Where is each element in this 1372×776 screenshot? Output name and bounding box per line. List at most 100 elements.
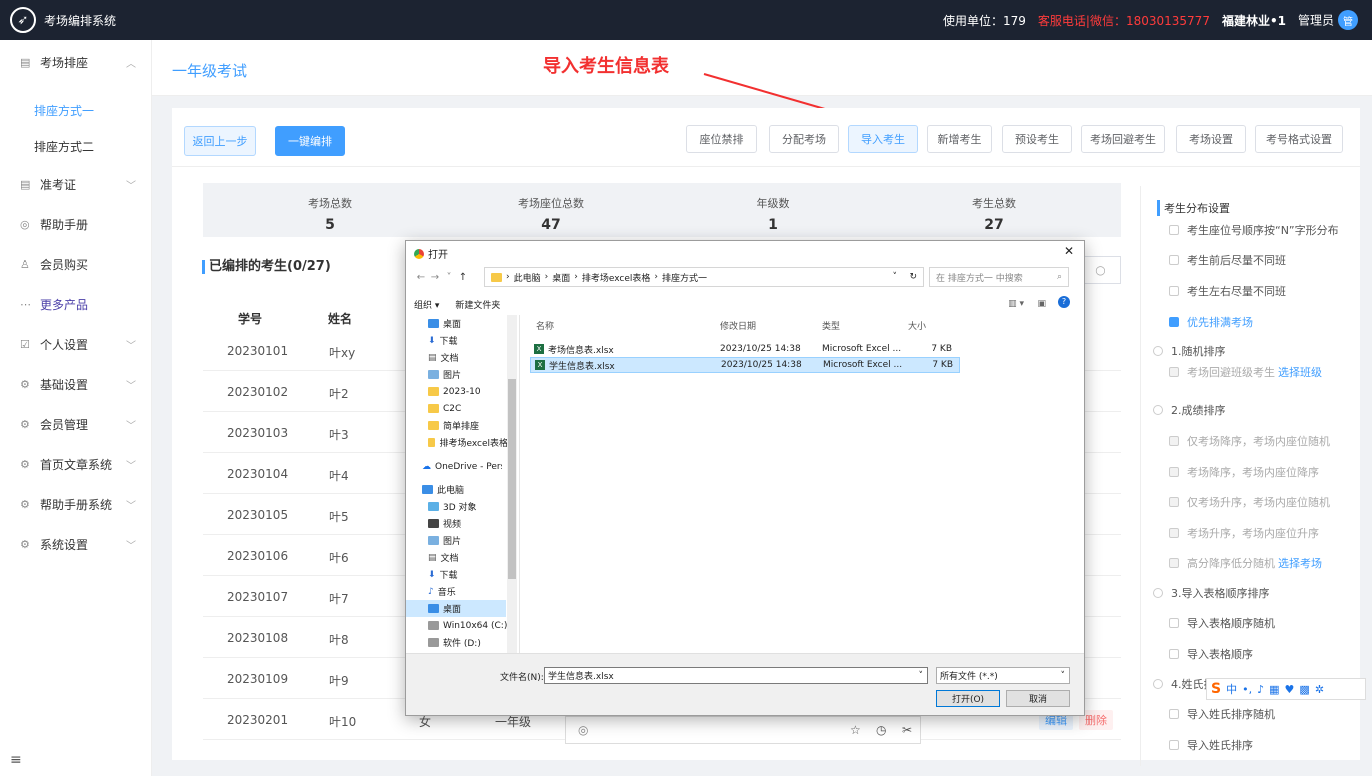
filename-input[interactable]: 学生信息表.xlsx ˅ (544, 667, 928, 684)
sidebar-item-basic[interactable]: ⚙ 基础设置 ﹀ (0, 366, 152, 402)
nav-drive-c[interactable]: Win10x64 (C:) (428, 617, 508, 634)
forward-arrow-icon[interactable]: → (428, 272, 442, 283)
refresh-icon[interactable]: ↻ (909, 272, 917, 282)
lens-icon[interactable]: ◎ (578, 723, 588, 737)
sidebar-item-members[interactable]: ⚙ 会员管理 ﹀ (0, 406, 152, 442)
checkbox-left-right[interactable]: 考生左右尽量不同班 (1169, 283, 1286, 299)
auto-arrange-button[interactable]: 一键编排 (275, 126, 345, 156)
column-date[interactable]: 修改日期 (720, 319, 756, 332)
checkbox[interactable] (1169, 558, 1179, 568)
nav-music[interactable]: ♪ 音乐 (428, 583, 508, 600)
filetype-select[interactable]: 所有文件 (*.*) ˅ (936, 667, 1070, 684)
checkbox[interactable] (1169, 467, 1179, 477)
checkbox-fill-rooms[interactable]: 优先排满考场 (1169, 314, 1253, 330)
open-button[interactable]: 打开(O) (936, 690, 1000, 707)
sidebar-item-articles[interactable]: ⚙ 首页文章系统 ﹀ (0, 446, 152, 482)
nav-desktop-selected[interactable]: 桌面 (406, 600, 506, 617)
address-dropdown-icon[interactable]: ˅ (893, 272, 898, 282)
tools-icon[interactable]: ✂ (902, 723, 912, 737)
cancel-button[interactable]: 取消 (1006, 690, 1070, 707)
history-icon[interactable]: ◷ (876, 723, 886, 737)
nav-folder[interactable]: C2C (428, 400, 508, 417)
preview-pane-icon[interactable]: ▣ (1037, 299, 1046, 309)
id-format-button[interactable]: 考号格式设置 (1255, 125, 1343, 153)
chevron-down-icon[interactable]: ˅ (1061, 671, 1066, 681)
checkbox[interactable] (1169, 436, 1179, 446)
dialog-search-input[interactable]: 在 排座方式一 中搜索 ⌕ (929, 267, 1069, 287)
select-class-link[interactable]: 选择班级 (1278, 364, 1322, 380)
add-student-button[interactable]: 新增考生 (927, 125, 992, 153)
radio[interactable] (1153, 405, 1163, 415)
view-options-icon[interactable]: ▥ ▾ (1008, 299, 1024, 309)
settings-icon[interactable]: ✲ (1315, 683, 1324, 696)
checkbox-score-opt-3[interactable]: 仅考场升序，考场内座位随机 (1169, 494, 1330, 510)
sidebar-item-membership[interactable]: ♙ 会员购买 (0, 246, 152, 282)
checkbox-avoid-class[interactable]: 考场回避班级考生 选择班级 (1169, 364, 1322, 380)
select-room-link[interactable]: 选择考场 (1278, 555, 1322, 571)
checkbox[interactable] (1169, 649, 1179, 659)
checkbox-table-random[interactable]: 导入表格顺序随机 (1169, 615, 1275, 631)
nav-documents[interactable]: ▤ 文档 (428, 349, 508, 366)
sidebar-item-system[interactable]: ⚙ 系统设置 ﹀ (0, 526, 152, 562)
scrollbar-thumb[interactable] (508, 379, 516, 579)
search-icon[interactable]: ○ (1081, 256, 1121, 284)
checkbox[interactable] (1169, 709, 1179, 719)
column-name[interactable]: 名称 (536, 319, 554, 332)
checkbox[interactable] (1169, 740, 1179, 750)
up-arrow-icon[interactable]: ↑ (456, 272, 470, 283)
checkbox-score-opt-4[interactable]: 考场升序，考场内座位升序 (1169, 525, 1319, 541)
checkbox[interactable] (1169, 367, 1179, 377)
path-segment[interactable]: 此电脑 (514, 271, 541, 284)
seat-ban-button[interactable]: 座位禁排 (686, 125, 757, 153)
checkbox[interactable] (1169, 528, 1179, 538)
radio[interactable] (1153, 679, 1163, 689)
radio-score[interactable]: 2.成绩排序 (1153, 402, 1226, 418)
nav-onedrive[interactable]: ☁ OneDrive - Pers (422, 458, 502, 475)
column-size[interactable]: 大小 (908, 319, 926, 332)
nav-folder[interactable]: 2023-10 (428, 383, 508, 400)
checkbox-score-opt-5[interactable]: 高分降序低分随机 选择考场 (1169, 555, 1322, 571)
nav-desktop[interactable]: 桌面 (428, 315, 508, 332)
nav-this-pc[interactable]: 此电脑 (422, 481, 502, 498)
checkbox-score-opt-1[interactable]: 仅考场降序，考场内座位随机 (1169, 433, 1330, 449)
ime-mode[interactable]: 中 (1226, 681, 1237, 697)
avatar[interactable]: 管 (1338, 10, 1358, 30)
sidebar-item-exam-seating[interactable]: ▤ 考场排座 ︿ (0, 44, 152, 80)
checkbox-table-order[interactable]: 导入表格顺序 (1169, 646, 1253, 662)
radio-random[interactable]: 1.随机排序 (1153, 343, 1226, 359)
user-menu[interactable]: 管理员管 (1298, 10, 1358, 30)
new-folder-button[interactable]: 新建文件夹 (455, 298, 500, 311)
checkbox-surname-order[interactable]: 导入姓氏排序 (1169, 737, 1253, 753)
nav-videos[interactable]: 视频 (428, 515, 508, 532)
path-segment[interactable]: 排考场excel表格 (582, 271, 651, 284)
nav-downloads[interactable]: ⬇ 下载 (428, 566, 508, 583)
path-segment[interactable]: 排座方式一 (662, 271, 707, 284)
checkbox[interactable] (1169, 618, 1179, 628)
path-segment[interactable]: 桌面 (552, 271, 570, 284)
nav-scrollbar[interactable] (507, 315, 517, 653)
help-icon[interactable]: ? (1058, 296, 1070, 308)
checkbox-score-opt-2[interactable]: 考场降序，考场内座位降序 (1169, 464, 1319, 480)
file-row-selected[interactable]: X 学生信息表.xlsx 2023/10/25 14:38 Microsoft … (530, 357, 960, 373)
checkbox-checked[interactable] (1169, 317, 1179, 327)
sidebar-sub-method-2[interactable]: 排座方式二 (0, 128, 152, 164)
assign-room-button[interactable]: 分配考场 (769, 125, 839, 153)
chevron-down-icon[interactable]: ˅ (919, 671, 924, 681)
avoid-student-button[interactable]: 考场回避考生 (1081, 125, 1165, 153)
radio[interactable] (1153, 346, 1163, 356)
nav-folder[interactable]: 简单排座 (428, 417, 508, 434)
checkbox-front-back[interactable]: 考生前后尽量不同班 (1169, 252, 1286, 268)
preset-student-button[interactable]: 预设考生 (1002, 125, 1072, 153)
checkbox[interactable] (1169, 225, 1179, 235)
punctuation-icon[interactable]: •, (1242, 683, 1252, 696)
sidebar-item-help-system[interactable]: ⚙ 帮助手册系统 ﹀ (0, 486, 152, 522)
nav-3d[interactable]: 3D 对象 (428, 498, 508, 515)
column-type[interactable]: 类型 (822, 319, 840, 332)
sidebar-item-admission[interactable]: ▤ 准考证 ﹀ (0, 166, 152, 202)
close-icon[interactable]: ✕ (1064, 244, 1074, 258)
sidebar-item-personal[interactable]: ☑ 个人设置 ﹀ (0, 326, 152, 362)
file-row[interactable]: X 考场信息表.xlsx 2023/10/25 14:38 Microsoft … (530, 341, 960, 357)
radio[interactable] (1153, 588, 1163, 598)
sidebar-item-more[interactable]: ⋯ 更多产品 (0, 286, 152, 322)
checkbox[interactable] (1169, 286, 1179, 296)
